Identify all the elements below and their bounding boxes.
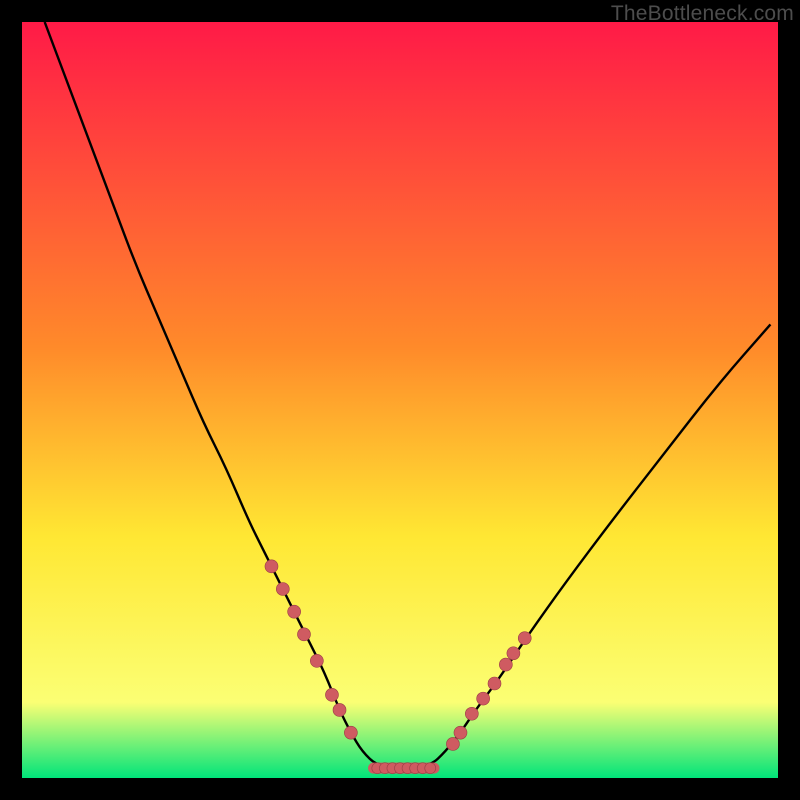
data-marker [465, 707, 478, 720]
gradient-bg [22, 22, 778, 778]
data-marker [488, 677, 501, 690]
data-marker [499, 658, 512, 671]
data-marker [344, 726, 357, 739]
bottleneck-chart [22, 22, 778, 778]
chart-frame [22, 22, 778, 778]
data-marker [265, 560, 278, 573]
data-marker [454, 726, 467, 739]
data-marker [333, 703, 346, 716]
data-marker [446, 737, 459, 750]
watermark-text: TheBottleneck.com [611, 2, 794, 26]
data-marker [310, 654, 323, 667]
data-marker [325, 688, 338, 701]
data-marker [507, 647, 520, 660]
data-marker [297, 628, 310, 641]
data-marker [288, 605, 301, 618]
data-marker [518, 632, 531, 645]
data-marker [425, 763, 436, 774]
data-marker [477, 692, 490, 705]
data-marker [276, 583, 289, 596]
